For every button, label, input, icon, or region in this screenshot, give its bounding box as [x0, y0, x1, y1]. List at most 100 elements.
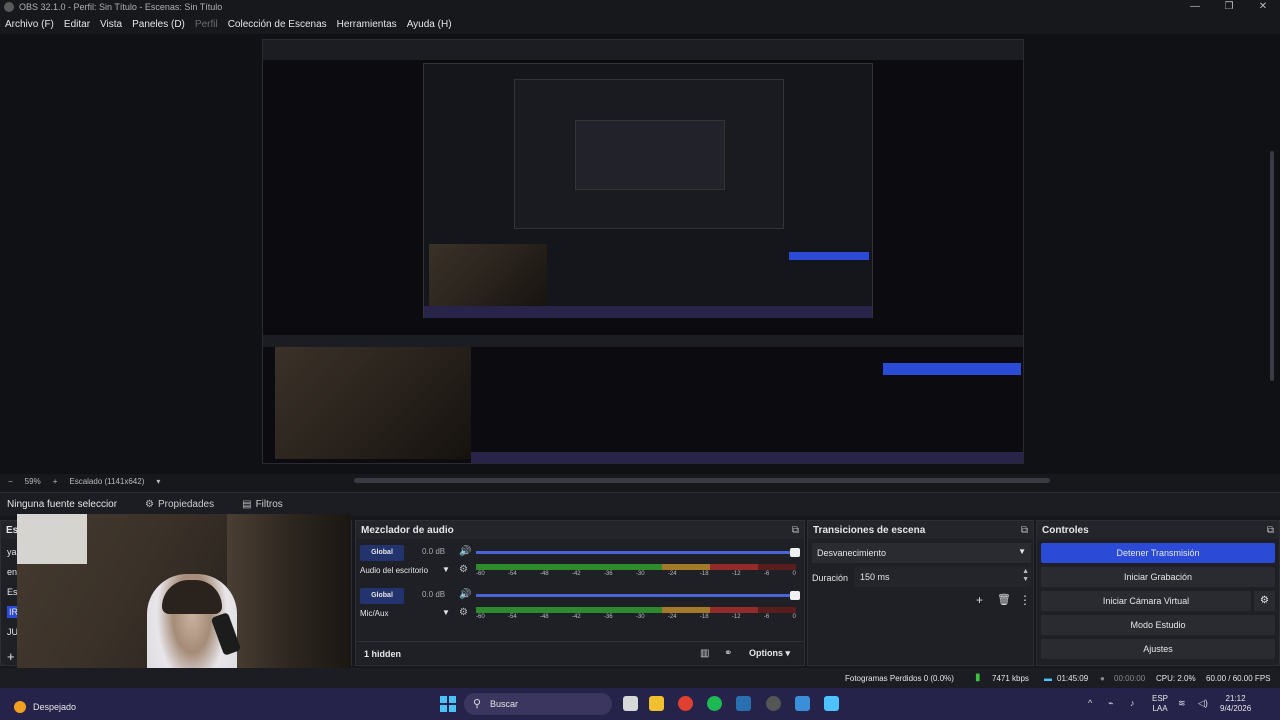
lamp-glow — [17, 514, 87, 564]
audio-mixer-dock: Mezclador de audio ⧉ Global 0.0 dB 🔊 Audi… — [355, 520, 805, 666]
scale-tick: -6 — [763, 614, 770, 620]
options-button[interactable]: Options ▾ — [749, 648, 790, 659]
menu-archivo[interactable]: Archivo (F) — [5, 19, 54, 30]
file-explorer-icon[interactable] — [649, 696, 664, 711]
undock-icon[interactable]: ⧉ — [1021, 525, 1028, 536]
windows-taskbar: ⚲ Buscar ^ ⌁ ♪ ESP LAA ≋ ◁) 21:12 9/4/2026 — [0, 688, 1280, 720]
menu-vista[interactable]: Vista — [100, 19, 122, 30]
channel-settings-icon[interactable]: ⚙ — [459, 607, 468, 618]
zoom-out-button[interactable]: − — [8, 477, 13, 486]
obs-logo-icon — [4, 2, 14, 12]
undock-icon[interactable]: ⧉ — [1267, 525, 1274, 536]
menu-perfil[interactable]: Perfil — [195, 19, 218, 30]
mixer-link-icon[interactable]: ⚭ — [724, 648, 732, 659]
cpu-usage: CPU: 2.0% — [1156, 674, 1196, 683]
scale-tick: -42 — [571, 571, 581, 577]
preview-area[interactable] — [0, 34, 1280, 474]
add-transition-icon[interactable]: + — [976, 593, 983, 607]
scale-tick: -18 — [699, 571, 709, 577]
weather-widget[interactable]: Despejado — [14, 701, 76, 713]
preview-canvas[interactable] — [262, 39, 1024, 464]
menu-herramientas[interactable]: Herramientas — [337, 19, 397, 30]
duration-value: 150 ms — [860, 572, 890, 582]
volume-slider[interactable] — [476, 591, 800, 600]
scene-item[interactable]: en — [7, 567, 17, 577]
global-button[interactable]: Global — [360, 588, 404, 604]
vertical-scrollbar[interactable] — [1270, 151, 1274, 381]
transition-select[interactable]: Desvanecimiento ▼ — [812, 543, 1031, 563]
network-icon[interactable]: ⌁ — [1108, 698, 1113, 709]
chrome-icon[interactable] — [678, 696, 693, 711]
settings-button[interactable]: Ajustes — [1041, 639, 1275, 659]
scale-tick: -18 — [699, 614, 709, 620]
channel-desktop-global: Global 0.0 dB 🔊 — [358, 542, 802, 564]
horizontal-scrollbar[interactable] — [354, 478, 1050, 483]
start-recording-button[interactable]: Iniciar Grabación — [1041, 567, 1275, 587]
wifi-icon[interactable]: ≋ — [1178, 698, 1186, 709]
virtual-camera-settings-icon[interactable]: ⚙ — [1254, 591, 1275, 611]
dropped-frames: Fotogramas Perdidos 0 (0.0%) — [845, 674, 954, 683]
chevron-down-icon[interactable]: ▼ — [442, 608, 450, 617]
no-source-label: Ninguna fuente seleccionada — [7, 499, 117, 510]
slider-knob[interactable] — [790, 591, 800, 600]
zoom-in-button[interactable]: + — [53, 477, 58, 486]
nested-context-bar — [263, 335, 1023, 347]
studio-mode-button[interactable]: Modo Estudio — [1041, 615, 1275, 635]
scale-dropdown-icon[interactable]: ▾ — [156, 477, 160, 486]
mic-icon[interactable]: ♪ — [1130, 698, 1135, 708]
nested-taskbar — [471, 452, 1023, 463]
obs-app-icon[interactable] — [766, 696, 781, 711]
hidden-count[interactable]: 1 hidden — [364, 649, 401, 659]
volume-icon[interactable]: 🔊 — [459, 546, 471, 557]
menu-editar[interactable]: Editar — [64, 19, 90, 30]
trash-icon[interactable]: 🗑 — [997, 593, 1011, 606]
undock-icon[interactable]: ⧉ — [792, 525, 799, 536]
menu-coleccion-escenas[interactable]: Colección de Escenas — [228, 19, 327, 30]
channel-name: Mic/Aux — [360, 609, 389, 618]
time: 21:12 — [1225, 694, 1246, 703]
menu-ayuda[interactable]: Ayuda (H) — [407, 19, 452, 30]
windows-start-icon[interactable] — [440, 696, 456, 712]
global-button[interactable]: Global — [360, 545, 404, 561]
properties-label: Propiedades — [157, 499, 215, 510]
filter-icon: ▤ — [242, 499, 252, 510]
task-view-icon[interactable] — [623, 696, 638, 711]
spotify-icon[interactable] — [707, 696, 722, 711]
speaker-icon[interactable]: ◁) — [1198, 698, 1208, 709]
steam-icon[interactable] — [736, 696, 751, 711]
language-indicator[interactable]: ESP LAA — [1152, 694, 1168, 714]
context-bar: Ninguna fuente seleccionada ⚙Propiedades… — [0, 492, 1280, 516]
stop-stream-button[interactable]: Detener Transmisión — [1041, 543, 1275, 563]
ccleaner-icon[interactable] — [795, 696, 810, 711]
start-virtual-camera-button[interactable]: Iniciar Cámara Virtual — [1041, 591, 1251, 611]
clock[interactable]: 21:12 9/4/2026 — [1220, 694, 1251, 714]
scale-label: Escalado (1141x642) — [69, 476, 145, 486]
close-button[interactable]: ✕ — [1246, 0, 1280, 14]
layout-toggle-icon[interactable]: ▥ — [700, 648, 709, 659]
maximize-button[interactable]: ❐ — [1212, 0, 1246, 14]
taskbar-search[interactable]: ⚲ Buscar — [464, 693, 612, 715]
scene-item[interactable]: ya — [7, 547, 17, 557]
menu-paneles[interactable]: Paneles (D) — [132, 19, 185, 30]
properties-button[interactable]: ⚙ Propiedades — [145, 499, 214, 510]
more-options-icon[interactable]: ⋮ — [1019, 593, 1031, 607]
volume-slider[interactable] — [476, 548, 800, 557]
minimize-button[interactable]: — — [1178, 0, 1212, 14]
filters-button[interactable]: ▤ Filtros — [242, 499, 283, 510]
volume-icon[interactable]: 🔊 — [459, 589, 471, 600]
add-scene-button[interactable]: + — [7, 649, 15, 664]
chevron-up-icon[interactable]: ^ — [1088, 698, 1092, 708]
chevron-down-icon[interactable]: ▼ — [442, 565, 450, 574]
notepad-icon[interactable] — [824, 696, 839, 711]
channel-name: Audio del escritorio — [360, 566, 429, 575]
title-bar: OBS 32.1.0 - Perfil: Sin Título - Escena… — [0, 0, 1280, 14]
spin-arrows-icon[interactable]: ▲ ▼ — [1022, 568, 1029, 584]
channel-settings-icon[interactable]: ⚙ — [459, 564, 468, 575]
duration-input[interactable]: 150 ms ▲ ▼ — [854, 567, 1031, 587]
sun-icon — [14, 701, 26, 713]
transitions-title: Transiciones de escena — [813, 524, 926, 536]
slider-knob[interactable] — [790, 548, 800, 557]
scale-tick: -54 — [507, 571, 517, 577]
weather-label: Despejado — [33, 702, 77, 712]
chevron-down-icon: ▼ — [1018, 547, 1026, 556]
